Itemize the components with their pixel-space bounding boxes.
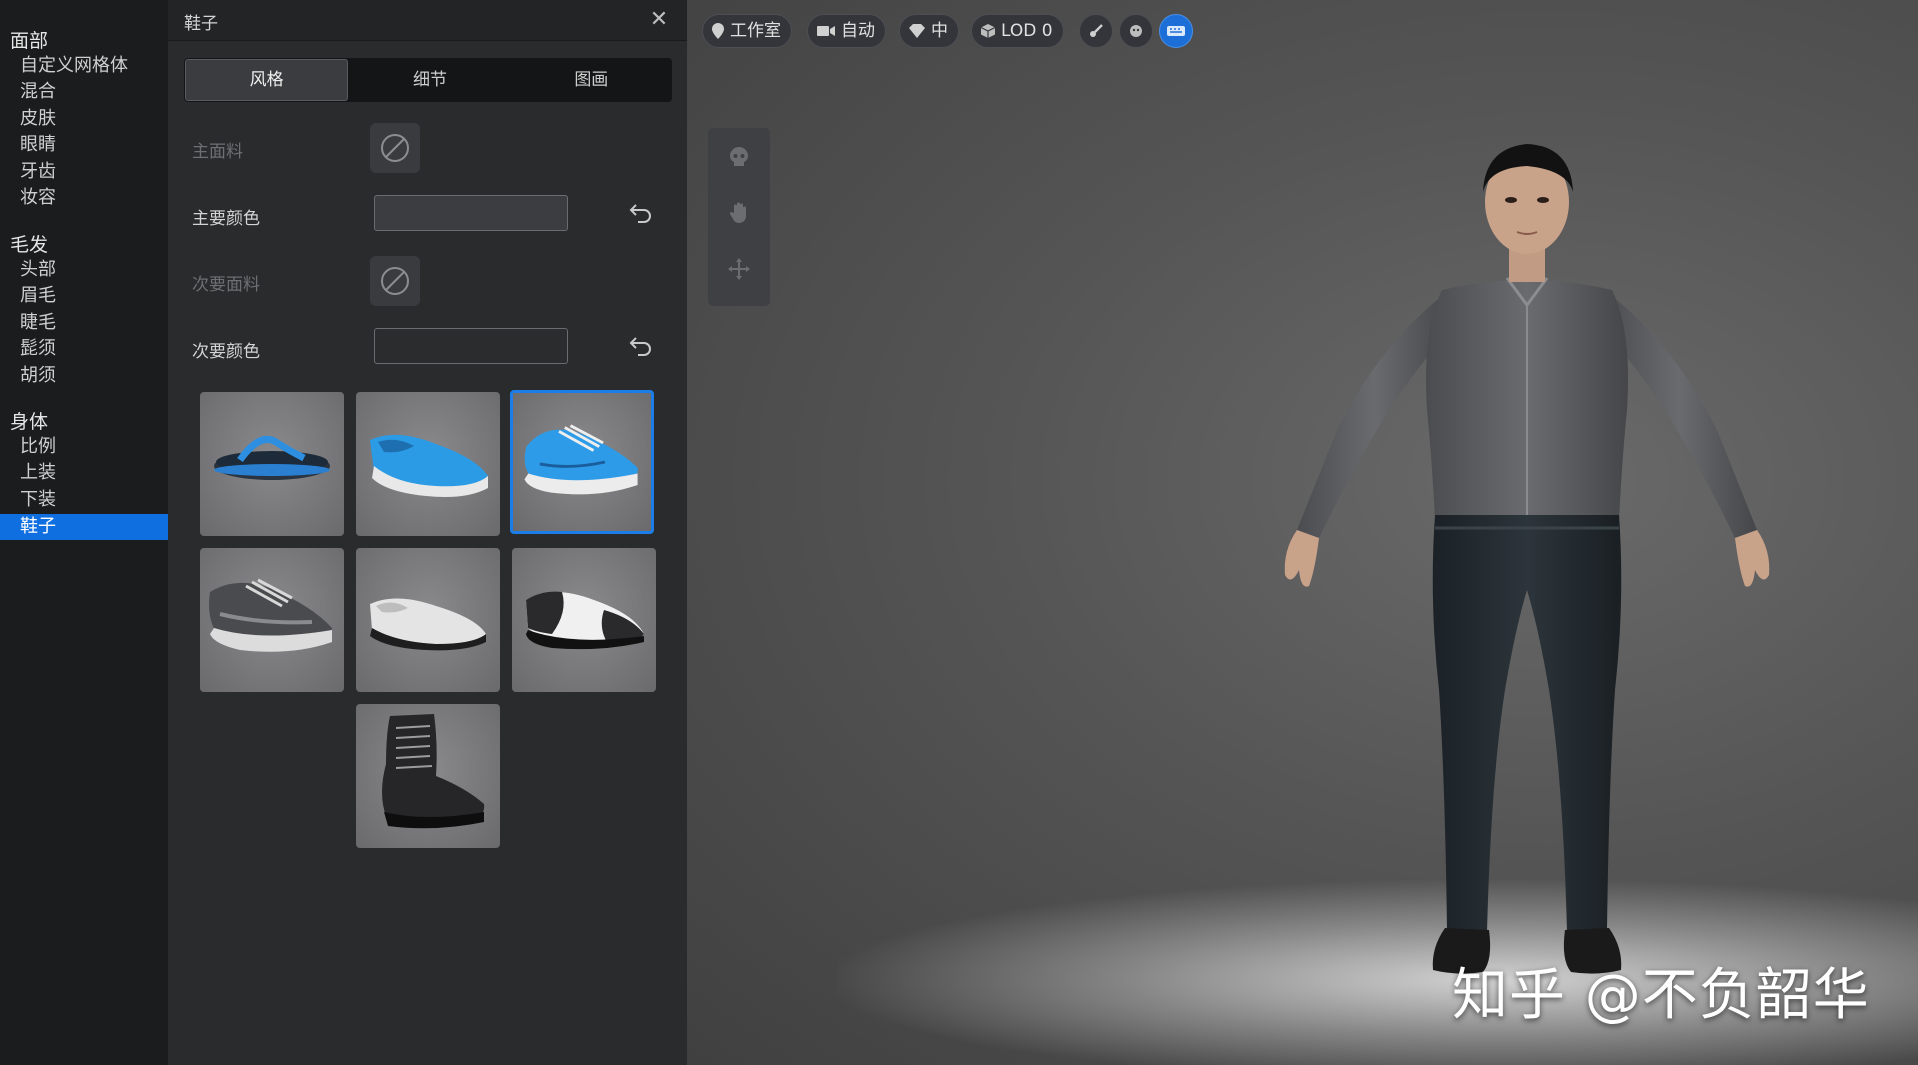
shoe-thumbnail-flip-flop[interactable] [200,392,344,536]
primary-color-label: 主要颜色 [192,209,260,229]
sidebar-item-teeth[interactable]: 牙齿 [20,159,160,185]
skull-tool[interactable] [724,142,754,172]
sidebar-item-shoes[interactable]: 鞋子 [0,514,168,540]
diamond-icon [909,24,925,38]
brush-button[interactable] [1079,14,1113,48]
tab-painting[interactable]: 图画 [511,58,672,102]
secondary-color-label: 次要颜色 [192,342,260,362]
tab-style[interactable]: 风格 [185,59,349,101]
cube-icon [980,24,996,38]
none-icon [381,267,409,295]
character-model[interactable] [1227,130,1827,1010]
panel-title: 鞋子 [184,14,218,34]
secondary-material-label: 次要面料 [192,275,260,295]
reset-secondary-color-icon[interactable] [626,331,656,361]
shoe-thumbnail-blue-slip-on[interactable] [356,392,500,536]
sidebar-item-blend[interactable]: 混合 [20,79,160,105]
lod-label: LOD 0 [1001,21,1053,41]
watermark-text: 知乎 @不负韶华 [1452,963,1870,1028]
sidebar-item-head-hair[interactable]: 头部 [20,257,160,283]
brush-icon [1090,24,1103,37]
hand-tool[interactable] [724,198,754,228]
secondary-material-swatch[interactable] [370,256,420,306]
tab-bar: 风格 细节 图画 [184,58,672,102]
location-pin-icon [712,23,724,39]
primary-material-label: 主面料 [192,142,243,162]
primary-color-field[interactable] [374,195,568,231]
panel-header: 鞋子 ✕ [168,0,687,41]
sidebar-item-eyebrows[interactable]: 眉毛 [20,283,160,309]
sidebar-item-proportions[interactable]: 比例 [20,434,160,460]
category-face-title: 面部 [10,30,49,52]
sidebar-item-skin[interactable]: 皮肤 [20,106,160,132]
category-body-title: 身体 [10,411,49,433]
tab-detail[interactable]: 细节 [349,58,510,102]
sidebar-item-tops[interactable]: 上装 [20,460,160,486]
reset-primary-color-icon[interactable] [626,198,656,228]
character-viewport[interactable]: 工作室 自动 中 LOD 0 知乎 @不负韶华 [687,0,1918,1065]
environment-dropdown[interactable]: 工作室 [702,14,792,48]
sidebar-item-mustache[interactable]: 髭须 [20,336,160,362]
category-sidebar: 面部 自定义网格体 混合 皮肤 眼睛 牙齿 妆容 毛发 头部 眉毛 睫毛 髭须 … [0,0,168,1065]
category-hair-title: 毛发 [10,234,49,256]
none-icon [381,134,409,162]
camera-icon [817,26,835,36]
close-icon[interactable]: ✕ [645,6,673,34]
lod-dropdown[interactable]: LOD 0 [971,14,1064,48]
sidebar-item-eyelashes[interactable]: 睫毛 [20,310,160,336]
camera-label: 自动 [841,21,875,41]
secondary-color-field[interactable] [374,328,568,364]
sidebar-item-custom-mesh[interactable]: 自定义网格体 [20,53,160,79]
environment-label: 工作室 [730,21,781,41]
quality-label: 中 [931,21,948,41]
keyboard-icon [1167,26,1185,36]
keyboard-button[interactable] [1159,14,1193,48]
shoe-thumbnail-grey-running-shoe[interactable] [200,548,344,692]
shoe-thumbnail-white-loafer[interactable] [356,548,500,692]
shoe-thumbnail-black-white-oxford[interactable] [512,548,656,692]
primary-material-swatch[interactable] [370,123,420,173]
shoe-thumbnail-black-combat-boot[interactable] [356,704,500,848]
sidebar-item-bottoms[interactable]: 下装 [20,487,160,513]
sidebar-item-eyes[interactable]: 眼睛 [20,132,160,158]
view-tool-strip [708,128,770,306]
sidebar-item-makeup[interactable]: 妆容 [20,185,160,211]
camera-dropdown[interactable]: 自动 [807,14,886,48]
head-view-button[interactable] [1119,14,1153,48]
shoes-editor-panel: 鞋子 ✕ 风格 细节 图画 主面料 主要颜色 次要面料 次要颜色 [168,0,687,1065]
hand-icon [729,202,746,223]
sidebar-item-beard[interactable]: 胡须 [20,363,160,389]
move-tool[interactable] [724,254,754,284]
head-icon [1130,25,1142,37]
move-icon [728,258,750,280]
skull-icon [730,147,748,166]
quality-dropdown[interactable]: 中 [899,14,959,48]
shoe-thumbnail-blue-sneaker[interactable] [510,390,654,534]
